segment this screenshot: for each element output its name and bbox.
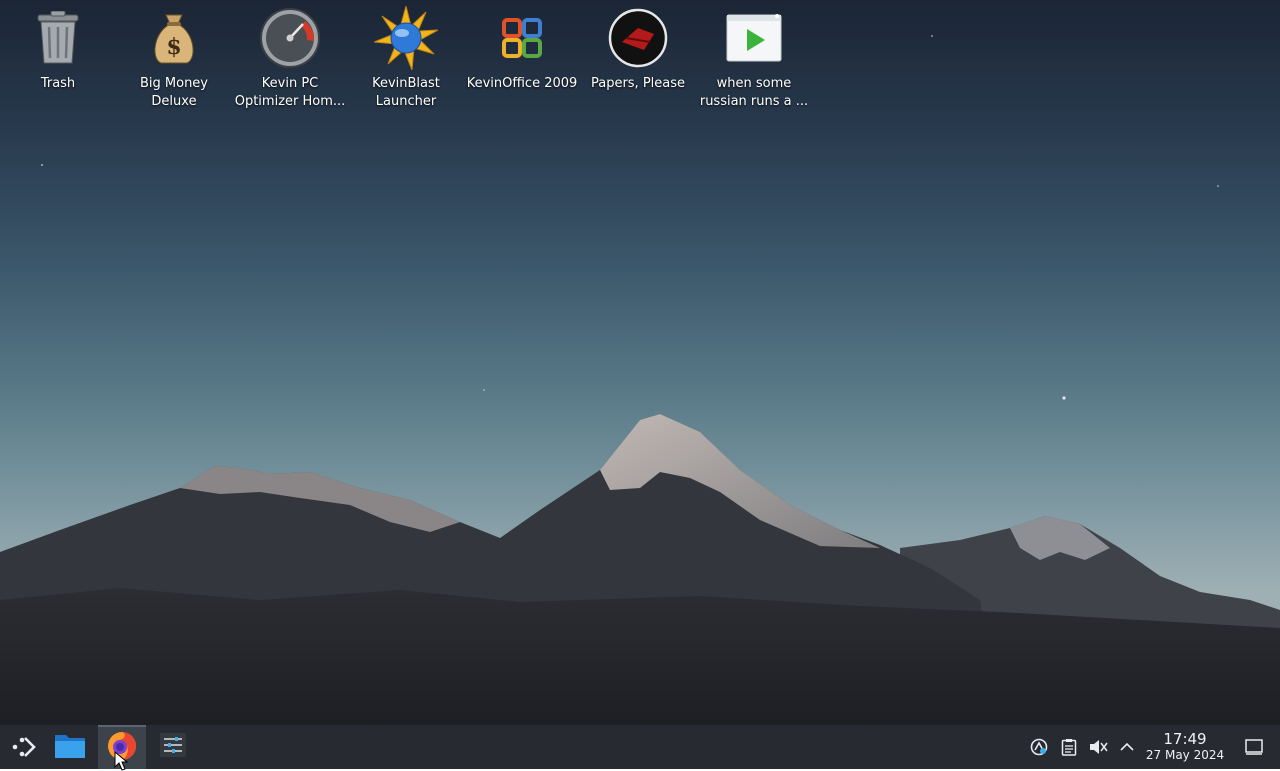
desktop-icon-label: Papers, Please: [590, 76, 686, 91]
speedometer-icon: [258, 6, 322, 70]
mouse-cursor-icon: [114, 751, 128, 771]
taskbar: 17:49 27 May 2024: [0, 724, 1280, 771]
chevron-up-icon[interactable]: [1117, 737, 1137, 757]
desktop[interactable]: Trash $ Big Money Deluxe Kevin PC Optimi…: [0, 0, 1280, 724]
desktop-icon-papers-please[interactable]: Papers, Please: [580, 6, 696, 93]
desktop-icon-video-file[interactable]: when some russian runs a ...: [696, 6, 812, 111]
task-settings[interactable]: [149, 725, 197, 769]
sliders-icon: [159, 732, 187, 762]
desktop-icon-label: KevinOffice 2009: [466, 76, 578, 91]
desktop-icon-label: when some russian runs a ...: [699, 76, 809, 109]
desktop-icon-kevin-pc-optimizer[interactable]: Kevin PC Optimizer Hom...: [232, 6, 348, 111]
task-file-manager[interactable]: [46, 725, 94, 769]
network-icon[interactable]: [1029, 737, 1049, 757]
application-launcher-icon[interactable]: [0, 725, 48, 769]
digital-clock[interactable]: 17:49 27 May 2024: [1140, 730, 1230, 763]
folder-icon: [54, 731, 86, 763]
money-bag-icon: $: [142, 6, 206, 70]
desktop-icon-label: Kevin PC Optimizer Hom...: [234, 76, 346, 109]
volume-muted-icon[interactable]: [1088, 737, 1108, 757]
starburst-globe-icon: [374, 6, 438, 70]
desktop-icon-label: KevinBlast Launcher: [372, 76, 440, 109]
desktop-icon-label: Trash: [40, 76, 76, 91]
trash-icon: [26, 6, 90, 70]
task-firefox[interactable]: [98, 725, 146, 771]
clipboard-icon[interactable]: [1059, 737, 1079, 757]
desktop-icon-kevinoffice-2009[interactable]: KevinOffice 2009: [464, 6, 580, 93]
office-logo-icon: [490, 6, 554, 70]
desktop-icon-kevinblast-launcher[interactable]: KevinBlast Launcher: [348, 6, 464, 111]
desktop-icon-trash[interactable]: Trash: [0, 6, 116, 93]
desktop-icon-big-money-deluxe[interactable]: $ Big Money Deluxe: [116, 6, 232, 111]
svg-text:$: $: [166, 34, 181, 60]
papers-please-icon: [606, 6, 670, 70]
show-desktop-icon[interactable]: [1244, 737, 1264, 757]
clock-date: 27 May 2024: [1145, 748, 1225, 762]
desktop-icon-label: Big Money Deluxe: [139, 76, 208, 109]
clock-time: 17:49: [1163, 730, 1207, 748]
video-file-icon: [722, 6, 786, 70]
